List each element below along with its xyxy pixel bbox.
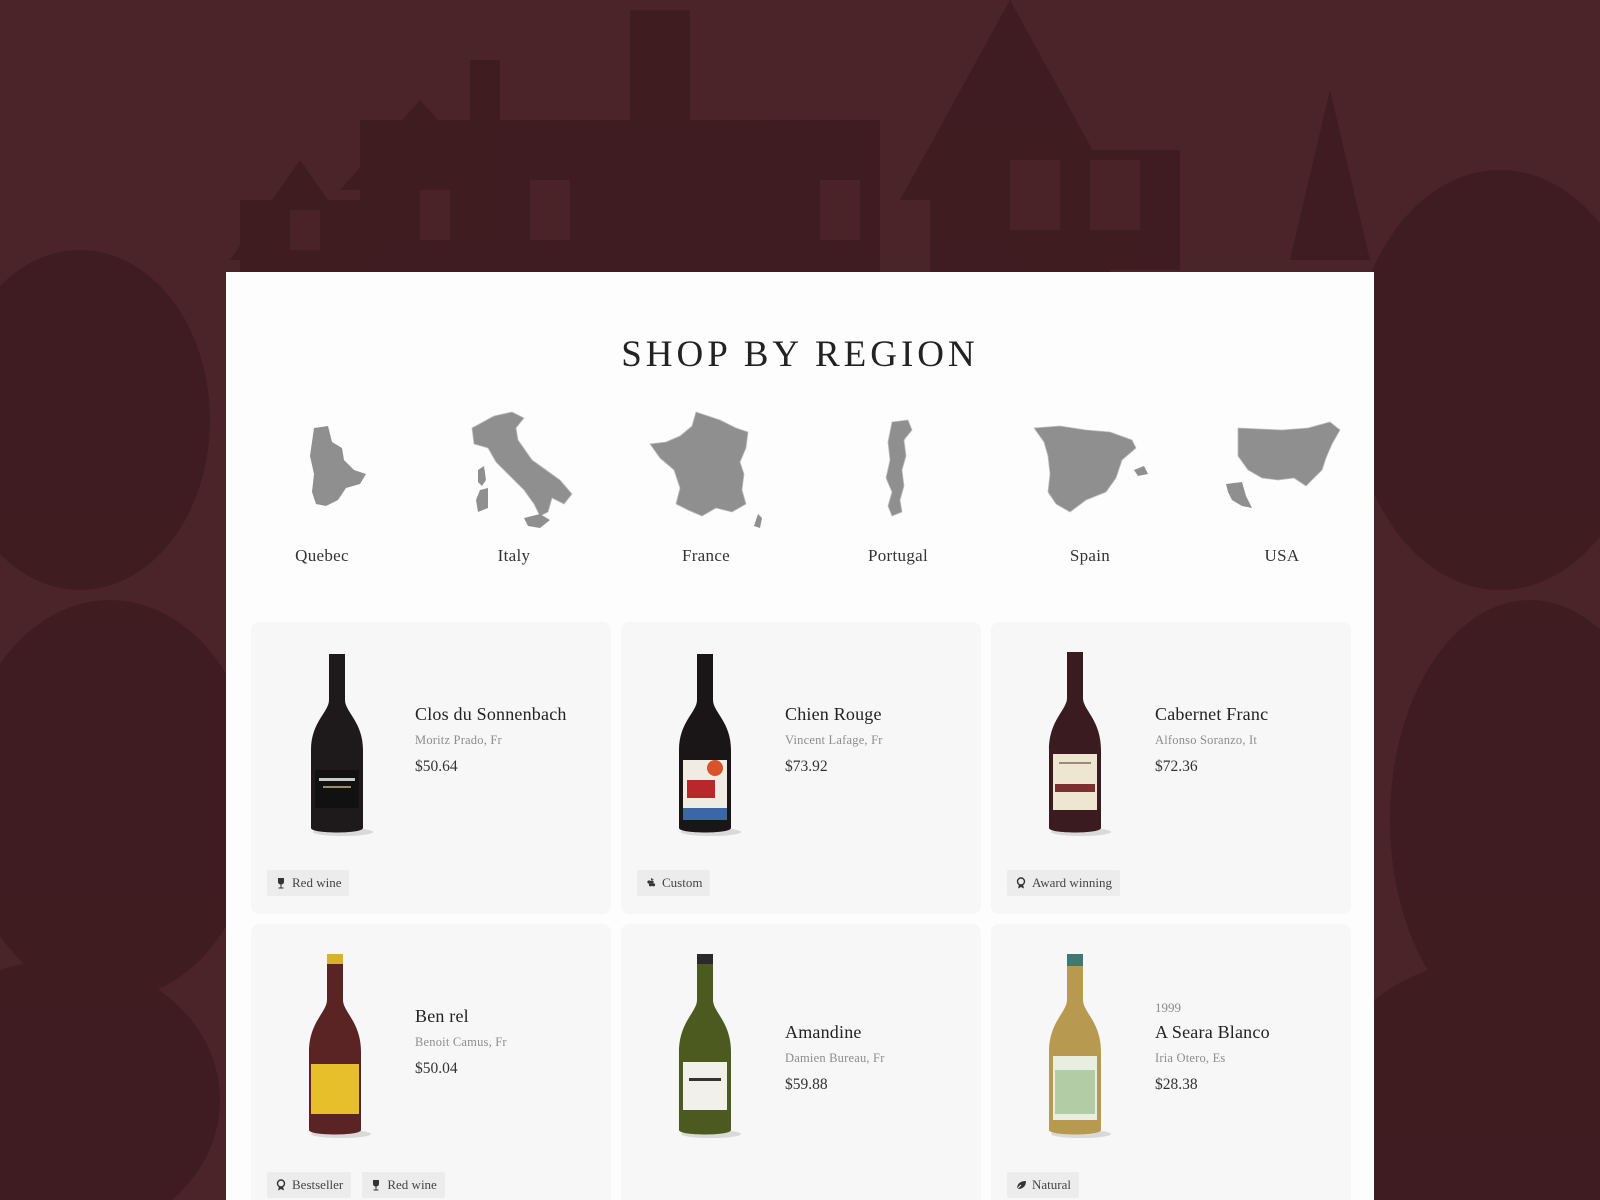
region-italy[interactable]: Italy (418, 402, 610, 582)
tag-red-wine[interactable]: Red wine (267, 870, 350, 896)
region-france[interactable]: France (610, 402, 802, 582)
region-quebec[interactable]: Quebec (226, 402, 418, 582)
tag-list: Red wine (267, 870, 355, 896)
tag-label: Red wine (387, 1177, 437, 1192)
product-maker: Iria Otero, Es (1155, 1051, 1226, 1065)
product-maker: Benoit Camus, Fr (415, 1035, 507, 1049)
wine-bottle-image (679, 954, 741, 1138)
region-label: USA (1264, 546, 1300, 565)
tag-list: Bestseller Red wine (267, 1172, 451, 1198)
region-usa[interactable]: USA (1186, 402, 1374, 582)
product-info: Amandine Damien Bureau, Fr $59.88 (785, 1022, 975, 1094)
product-maker: Alfonso Soranzo, It (1155, 733, 1258, 747)
wine-bottle-image (311, 654, 373, 836)
product-price: $50.64 (415, 758, 458, 775)
region-label: Quebec (295, 546, 349, 565)
portugal-map-icon (885, 419, 913, 517)
product-name[interactable]: Chien Rouge (785, 704, 975, 725)
tag-bestseller[interactable]: Bestseller (267, 1172, 352, 1198)
region-label: Italy (497, 546, 531, 565)
region-portugal[interactable]: Portugal (802, 402, 994, 582)
tag-red-wine[interactable]: Red wine (362, 1172, 445, 1198)
product-card[interactable]: Cabernet Franc Alfonso Soranzo, It $72.3… (991, 622, 1351, 914)
quebec-map-icon (310, 426, 366, 506)
region-label: Portugal (867, 546, 928, 565)
product-info: Chien Rouge Vincent Lafage, Fr $73.92 (785, 704, 975, 776)
product-card[interactable]: Ben rel Benoit Camus, Fr $50.04 Bestsell… (251, 924, 611, 1200)
tag-list: Award winning (1007, 870, 1126, 896)
product-info: 1999 A Seara Blanco Iria Otero, Es $28.3… (1155, 1000, 1345, 1094)
tag-label: Red wine (292, 875, 342, 890)
usa-map-icon (1226, 421, 1341, 508)
award-icon (276, 1179, 286, 1191)
region-label: France (681, 546, 731, 565)
wine-glass-icon (373, 1180, 380, 1191)
award-icon (1016, 877, 1026, 889)
italy-map-icon (471, 411, 573, 528)
product-maker: Damien Bureau, Fr (785, 1051, 885, 1065)
product-info: Ben rel Benoit Camus, Fr $50.04 (415, 1006, 605, 1078)
tag-natural[interactable]: Natural (1007, 1172, 1079, 1198)
product-price: $50.04 (415, 1060, 458, 1077)
product-price: $73.92 (785, 758, 828, 775)
region-label: Spain (1069, 546, 1111, 565)
page-title: SHOP BY REGION (621, 333, 979, 375)
product-card[interactable]: 1999 A Seara Blanco Iria Otero, Es $28.3… (991, 924, 1351, 1200)
france-map-icon (649, 411, 762, 528)
product-name[interactable]: Clos du Sonnenbach (415, 704, 605, 725)
region-panel: SHOP BY REGION Quebec Italy France Portu… (226, 272, 1374, 1200)
product-name[interactable]: Amandine (785, 1022, 975, 1043)
tag-label: Bestseller (292, 1177, 344, 1192)
product-year: 1999 (1155, 1000, 1181, 1015)
product-price: $72.36 (1155, 758, 1198, 775)
leaf-icon (1015, 1181, 1026, 1191)
product-name[interactable]: Ben rel (415, 1006, 605, 1027)
product-card[interactable]: Clos du Sonnenbach Moritz Prado, Fr $50.… (251, 622, 611, 914)
region-spain[interactable]: Spain (994, 402, 1186, 582)
region-list: Quebec Italy France Portugal Spain USA (226, 402, 1374, 582)
product-info: Cabernet Franc Alfonso Soranzo, It $72.3… (1155, 704, 1345, 776)
tag-list: Natural (1007, 1172, 1085, 1198)
tag-label: Custom (662, 875, 703, 890)
product-name[interactable]: A Seara Blanco (1155, 1022, 1345, 1043)
grapes-icon (647, 878, 656, 887)
product-maker: Moritz Prado, Fr (415, 733, 502, 747)
tag-custom[interactable]: Custom (637, 870, 711, 896)
product-card[interactable]: Chien Rouge Vincent Lafage, Fr $73.92 Cu… (621, 622, 981, 914)
wine-bottle-image (1049, 652, 1111, 836)
product-price: $59.88 (785, 1076, 828, 1093)
wine-bottle-image (309, 954, 371, 1138)
tag-list: Custom (637, 870, 716, 896)
product-info: Clos du Sonnenbach Moritz Prado, Fr $50.… (415, 704, 605, 776)
tag-label: Natural (1032, 1177, 1071, 1192)
wine-bottle-image (679, 654, 741, 836)
tag-label: Award winning (1032, 875, 1113, 890)
wine-bottle-image (1049, 954, 1111, 1138)
product-price: $28.38 (1155, 1076, 1198, 1093)
product-card[interactable]: Amandine Damien Bureau, Fr $59.88 (621, 924, 981, 1200)
product-maker: Vincent Lafage, Fr (785, 733, 883, 747)
product-name[interactable]: Cabernet Franc (1155, 704, 1345, 725)
tag-award-winning[interactable]: Award winning (1007, 870, 1121, 896)
wine-glass-icon (278, 878, 284, 889)
spain-map-icon (1033, 425, 1148, 513)
